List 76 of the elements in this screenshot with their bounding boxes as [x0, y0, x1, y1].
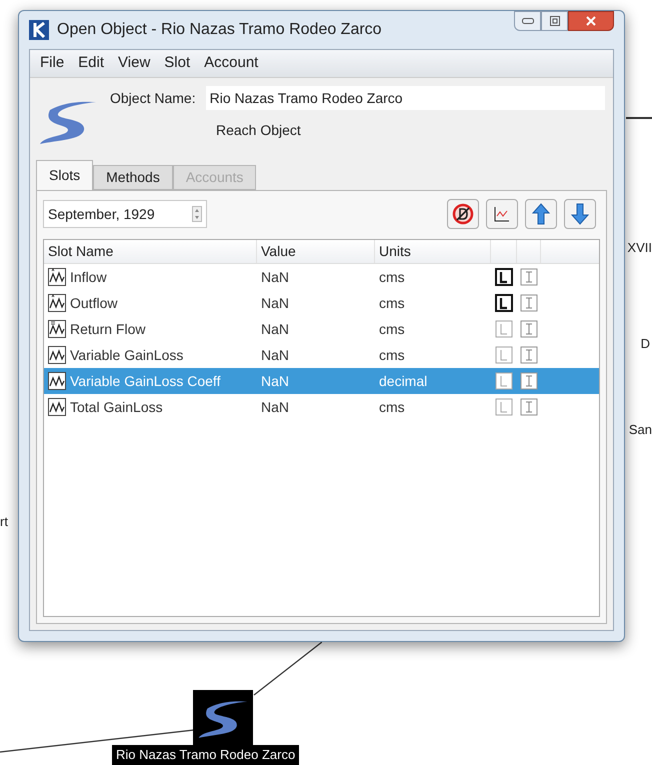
letter-i-icon[interactable]: [520, 372, 538, 390]
canvas-label: San: [628, 421, 652, 439]
slot-value: NaN: [260, 398, 290, 416]
slot-series-icon: [48, 372, 66, 390]
menu-item[interactable]: Slot: [164, 52, 190, 75]
letter-l-icon[interactable]: [495, 294, 513, 312]
minimize-icon: [522, 18, 534, 24]
slot-series-icon: [48, 320, 66, 338]
close-icon: [586, 16, 596, 26]
minimize-button[interactable]: [514, 11, 541, 31]
slot-series-icon: [48, 294, 66, 312]
window-title: Open Object - Rio Nazas Tramo Rodeo Zarco: [57, 20, 382, 40]
slot-value: NaN: [260, 320, 290, 338]
table-row[interactable]: Inflow NaN cms: [44, 264, 599, 290]
arrow-up-icon: [532, 203, 550, 225]
column-header[interactable]: Slot Name: [44, 240, 257, 263]
table-row[interactable]: Outflow NaN cms: [44, 290, 599, 316]
table-row[interactable]: Variable GainLoss NaN cms: [44, 342, 599, 368]
canvas-label: XVII: [627, 239, 652, 257]
line-chart-icon: [493, 205, 511, 223]
node-label: Rio Nazas Tramo Rodeo Zarco: [112, 745, 300, 764]
date-spinner[interactable]: September, 1929: [43, 200, 207, 228]
menu-item[interactable]: View: [118, 52, 150, 75]
column-header[interactable]: Units: [375, 240, 491, 263]
slot-value: NaN: [260, 346, 290, 364]
arrow-down-icon: [571, 203, 589, 225]
spinner-arrows-icon: [192, 206, 202, 222]
move-down-button[interactable]: [564, 199, 596, 229]
slot-name: Inflow: [70, 268, 107, 286]
slot-value: NaN: [260, 372, 290, 390]
table-row[interactable]: Return Flow NaN cms: [44, 316, 599, 342]
canvas-label: rt: [0, 513, 8, 531]
letter-i-icon[interactable]: [520, 320, 538, 338]
letter-i-icon[interactable]: [520, 294, 538, 312]
reach-node[interactable]: [193, 690, 253, 746]
connector-line: [626, 117, 652, 119]
menu-item[interactable]: Account: [204, 52, 258, 75]
slot-series-icon: [48, 268, 66, 286]
letter-i-icon[interactable]: [520, 346, 538, 364]
slot-name: Total GainLoss: [70, 398, 163, 416]
slot-series-icon: [48, 346, 66, 364]
letter-l-icon[interactable]: [495, 268, 513, 286]
plot-button[interactable]: [486, 199, 518, 229]
app-logo-icon: [29, 20, 49, 40]
column-header[interactable]: Value: [257, 240, 375, 263]
slot-units: cms: [378, 320, 406, 338]
slot-units: cms: [378, 294, 406, 312]
letter-i-icon[interactable]: [520, 398, 538, 416]
letter-i-icon[interactable]: [520, 268, 538, 286]
prohibited-d-icon: [452, 203, 474, 225]
slot-units: cms: [378, 346, 406, 364]
slot-units: decimal: [378, 372, 428, 390]
slot-value: NaN: [260, 268, 290, 286]
slot-series-icon: [48, 398, 66, 416]
maximize-button[interactable]: [541, 11, 568, 31]
tab[interactable]: Methods: [93, 165, 173, 190]
no-data-button[interactable]: [447, 199, 479, 229]
object-type-text: Reach Object: [216, 121, 302, 140]
slot-name: Return Flow: [70, 320, 146, 338]
table-row[interactable]: Total GainLoss NaN cms: [44, 394, 599, 420]
menu-item[interactable]: File: [40, 52, 64, 75]
date-value: September, 1929: [48, 204, 156, 224]
close-button[interactable]: [568, 11, 614, 31]
move-up-button[interactable]: [525, 199, 557, 229]
tab[interactable]: Slots: [36, 160, 94, 190]
slot-units: cms: [378, 268, 406, 286]
slot-name: Outflow: [70, 294, 118, 312]
field-label: Object Name:: [110, 88, 196, 108]
slot-value: NaN: [260, 294, 290, 312]
slot-units: cms: [378, 398, 406, 416]
object-name-field[interactable]: Rio Nazas Tramo Rodeo Zarco: [206, 86, 605, 110]
menu-item[interactable]: Edit: [78, 52, 104, 75]
canvas-label: D: [640, 335, 650, 353]
slot-name: Variable GainLoss Coeff: [70, 372, 220, 390]
maximize-icon: [550, 16, 560, 26]
slot-name: Variable GainLoss: [70, 346, 184, 364]
